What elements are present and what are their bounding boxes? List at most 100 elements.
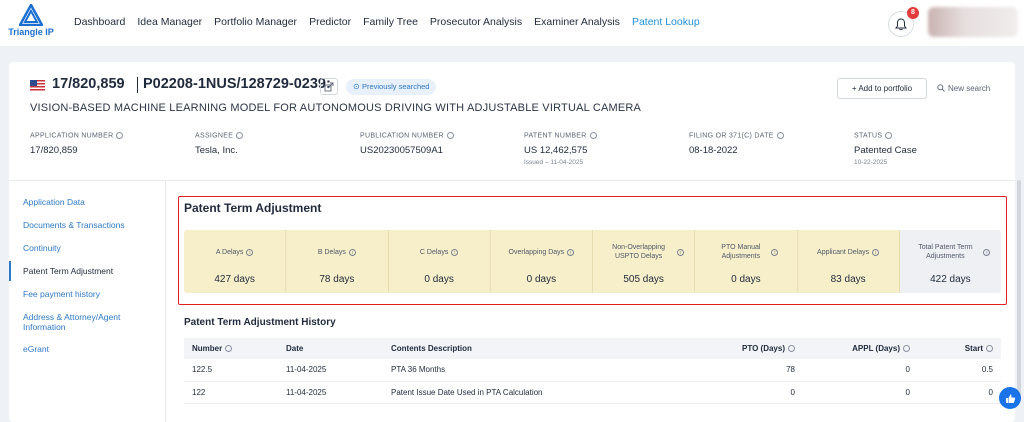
notification-count-badge: 8 bbox=[907, 7, 919, 19]
table-row: 122.5 11-04-2025 PTA 36 Months 78 0 0.5 bbox=[184, 359, 1001, 382]
info-icon[interactable] bbox=[446, 132, 454, 139]
pta-cell-non-overlapping: Non-Overlapping USPTO Delays i 505 days bbox=[593, 230, 696, 293]
meta-label: APPLICATION NUMBER bbox=[30, 132, 114, 140]
bell-icon bbox=[895, 17, 907, 30]
nav-dashboard[interactable]: Dashboard bbox=[74, 16, 125, 28]
pta-cell-overlapping-days: Overlapping Days i 0 days bbox=[491, 230, 593, 293]
heading-separator bbox=[137, 77, 138, 93]
info-icon[interactable] bbox=[885, 132, 893, 139]
cell-date: 11-04-2025 bbox=[278, 381, 383, 404]
pta-cell-pto-manual: PTO Manual Adjustments i 0 days bbox=[695, 230, 798, 293]
pta-cell-value: 505 days bbox=[623, 274, 664, 285]
cell-pto-days: 0 bbox=[668, 381, 803, 404]
sidebar-item-continuity[interactable]: Continuity bbox=[9, 243, 61, 253]
column-header-description[interactable]: Contents Description bbox=[383, 338, 668, 359]
meta-subvalue: 10-22-2025 bbox=[854, 159, 888, 167]
info-icon[interactable] bbox=[776, 132, 784, 139]
nav-predictor[interactable]: Predictor bbox=[309, 16, 351, 28]
pta-cell-value: 422 days bbox=[930, 274, 971, 285]
info-icon[interactable]: i bbox=[872, 248, 880, 256]
pta-cell-value: 0 days bbox=[424, 274, 454, 285]
sidebar-item-application-data[interactable]: Application Data bbox=[9, 197, 85, 207]
add-to-portfolio-button[interactable]: + Add to portfolio bbox=[837, 78, 927, 99]
brand-name: Triangle IP bbox=[8, 27, 54, 37]
nav-idea-manager[interactable]: Idea Manager bbox=[137, 16, 202, 28]
sidebar-item-documents[interactable]: Documents & Transactions bbox=[9, 220, 125, 230]
meta-value: 17/820,859 bbox=[30, 145, 78, 157]
pta-history-table: Number Date Contents Description PTO (Da… bbox=[184, 338, 1001, 404]
pta-summary-grid: A Delays i 427 days B Delays i 78 days C Del… bbox=[184, 230, 1001, 293]
info-icon[interactable]: i bbox=[567, 248, 575, 256]
meta-value: Patented Case bbox=[854, 145, 917, 157]
nav-family-tree[interactable]: Family Tree bbox=[363, 16, 418, 28]
meta-label: PUBLICATION NUMBER bbox=[360, 132, 444, 140]
info-icon[interactable]: i bbox=[983, 248, 991, 256]
pta-cell-value: 78 days bbox=[319, 274, 355, 285]
info-icon[interactable] bbox=[116, 132, 124, 139]
meta-subvalue: Issued – 11-04-2025 bbox=[524, 159, 584, 167]
meta-assignee: ASSIGNEE Tesla, Inc. bbox=[195, 132, 244, 156]
pta-history-title: Patent Term Adjustment History bbox=[184, 317, 336, 328]
pta-cell-label: Non-Overlapping USPTO Delays bbox=[612, 244, 666, 260]
pta-section-title: Patent Term Adjustment bbox=[184, 201, 322, 215]
info-icon[interactable]: i bbox=[676, 248, 684, 256]
sidebar-item-egrant[interactable]: eGrant bbox=[9, 344, 49, 354]
brand-logo[interactable]: Triangle IP bbox=[7, 4, 55, 42]
search-icon bbox=[937, 84, 945, 92]
share-button[interactable] bbox=[320, 78, 338, 95]
info-icon[interactable]: i bbox=[246, 248, 254, 256]
meta-label: STATUS bbox=[854, 132, 883, 140]
nav-patent-lookup[interactable]: Patent Lookup bbox=[632, 16, 700, 28]
nav-examiner-analysis[interactable]: Examiner Analysis bbox=[534, 16, 620, 28]
meta-status: STATUS Patented Case 10-22-2025 bbox=[854, 132, 917, 166]
meta-label: ASSIGNEE bbox=[195, 132, 234, 140]
page-scrollbar[interactable] bbox=[1017, 180, 1021, 395]
pta-cell-b-delays: B Delays i 78 days bbox=[286, 230, 389, 293]
pta-cell-value: 0 days bbox=[526, 274, 557, 285]
info-icon[interactable] bbox=[903, 345, 910, 353]
column-header-pto-days[interactable]: PTO (Days) bbox=[668, 338, 803, 359]
feedback-button[interactable] bbox=[999, 387, 1021, 409]
column-header-date[interactable]: Date bbox=[278, 338, 383, 359]
cell-number: 122 bbox=[184, 381, 278, 404]
info-icon[interactable] bbox=[788, 345, 795, 353]
meta-publication-number: PUBLICATION NUMBER US20230057509A1 bbox=[360, 132, 454, 156]
sidebar-item-address-attorney-line2[interactable]: Information bbox=[9, 322, 66, 332]
meta-value: US 12,462,575 bbox=[524, 145, 588, 157]
cell-description: Patent Issue Date Used in PTA Calculatio… bbox=[383, 381, 668, 404]
pta-cell-label: Total Patent Term Adjustments bbox=[918, 244, 973, 260]
meta-label: FILING OR 371(C) DATE bbox=[689, 132, 774, 140]
user-avatar[interactable] bbox=[928, 7, 1018, 37]
info-icon[interactable]: i bbox=[451, 248, 459, 256]
top-navigation: Triangle IP Dashboard Idea Manager Portf… bbox=[0, 0, 1024, 46]
sidebar-item-patent-term-adjustment[interactable]: Patent Term Adjustment bbox=[9, 261, 113, 281]
sidebar-item-fee-payment-history[interactable]: Fee payment history bbox=[9, 289, 100, 299]
pta-cell-label: Applicant Delays bbox=[817, 248, 870, 256]
meta-patent-number: PATENT NUMBER US 12,462,575 Issued – 11-… bbox=[524, 132, 597, 166]
triangle-logo-icon bbox=[19, 4, 43, 26]
cell-appl-days: 0 bbox=[803, 381, 918, 404]
meta-value: 08-18-2022 bbox=[689, 145, 738, 157]
docket-number-heading: P02208-1NUS/128729-0239: bbox=[143, 76, 331, 92]
pta-cell-label: B Delays bbox=[317, 248, 346, 256]
meta-filing-date: FILING OR 371(C) DATE 08-18-2022 bbox=[689, 132, 784, 156]
info-icon[interactable] bbox=[236, 132, 244, 139]
column-header-start[interactable]: Start bbox=[918, 338, 1001, 359]
nav-portfolio-manager[interactable]: Portfolio Manager bbox=[214, 16, 297, 28]
pta-cell-value: 427 days bbox=[214, 274, 255, 285]
cell-pto-days: 78 bbox=[668, 359, 803, 382]
column-header-appl-days[interactable]: APPL (Days) bbox=[803, 338, 918, 359]
info-icon[interactable] bbox=[589, 132, 597, 139]
thumbs-up-icon bbox=[1005, 394, 1015, 403]
new-search-button[interactable]: New search bbox=[937, 78, 1001, 99]
info-icon[interactable] bbox=[225, 345, 233, 353]
section-sidebar: Application Data Documents & Transaction… bbox=[9, 181, 166, 422]
sidebar-item-address-attorney[interactable]: Address & Attorney/Agent bbox=[9, 312, 120, 322]
info-icon[interactable] bbox=[986, 345, 993, 353]
nav-prosecutor-analysis[interactable]: Prosecutor Analysis bbox=[430, 16, 522, 28]
info-icon[interactable]: i bbox=[348, 248, 356, 256]
info-icon[interactable]: i bbox=[771, 248, 779, 256]
pta-cell-a-delays: A Delays i 427 days bbox=[184, 230, 287, 293]
pta-cell-applicant-delays: Applicant Delays i 83 days bbox=[798, 230, 900, 293]
column-header-number[interactable]: Number bbox=[184, 338, 278, 359]
